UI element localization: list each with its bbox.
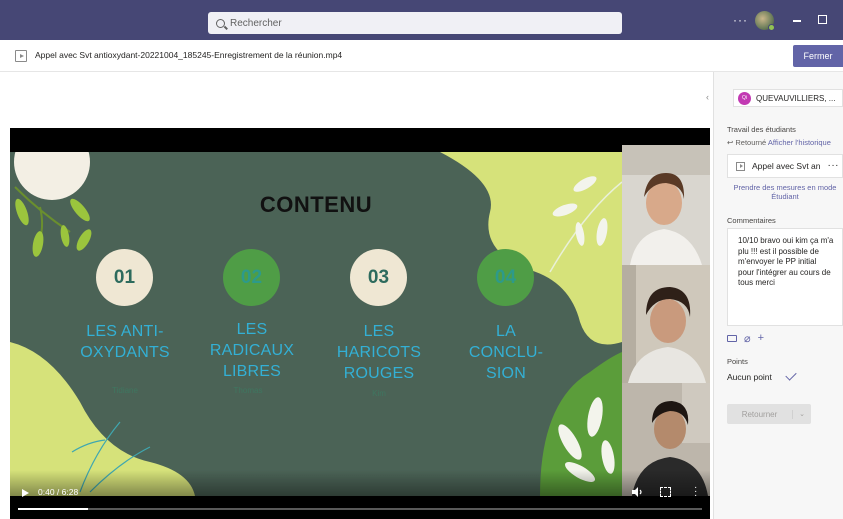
topic-label-4: LA CONCLU- SION bbox=[468, 323, 544, 382]
presenter-1: Tidiane bbox=[112, 386, 138, 395]
search-placeholder: Rechercher bbox=[230, 17, 282, 29]
student-selector[interactable]: Qi QUEVAUVILLIERS, ... bbox=[733, 89, 843, 107]
topic-number-2: 02 bbox=[223, 249, 280, 306]
topic-label-1: LES ANTI- OXYDANTS bbox=[80, 323, 170, 361]
volume-icon[interactable] bbox=[632, 487, 644, 497]
work-heading: Travail des étudiants bbox=[727, 125, 796, 134]
play-icon[interactable] bbox=[22, 489, 29, 497]
presenter-2: Thomas bbox=[233, 386, 263, 395]
participant-video-2 bbox=[622, 265, 710, 383]
video-file-icon bbox=[736, 161, 745, 171]
comments-heading: Commentaires bbox=[727, 216, 776, 225]
points-value[interactable]: Aucun point bbox=[727, 372, 772, 382]
avatar[interactable] bbox=[755, 11, 775, 31]
file-title: Appel avec Svt antioxydant-20221004_1852… bbox=[35, 50, 343, 60]
attachment-name: Appel avec Svt an bbox=[752, 161, 821, 171]
attachment-item[interactable]: Appel avec Svt an ··· bbox=[727, 154, 843, 178]
fullscreen-icon[interactable] bbox=[660, 487, 671, 497]
more-vertical-icon[interactable]: · · · bbox=[694, 483, 698, 501]
comment-field[interactable]: 10/10 bravo oui kim ça m'a plu !!! est i… bbox=[727, 228, 843, 326]
participant-video-1 bbox=[622, 145, 710, 265]
search-input[interactable]: Rechercher bbox=[208, 12, 622, 34]
topic-number-4: 04 bbox=[477, 249, 534, 306]
comment-tools: ⌀ + bbox=[727, 332, 764, 345]
progress-fill bbox=[18, 508, 89, 510]
search-icon bbox=[216, 18, 225, 28]
history-link[interactable]: Afficher l'historique bbox=[768, 138, 831, 147]
presentation-slide: CONTENU 01 02 03 04 LES ANTI- OXYDANTS L… bbox=[10, 152, 622, 496]
student-name: QUEVAUVILLIERS, ... bbox=[756, 93, 836, 103]
time-display: 0:40 / 6:28 bbox=[38, 487, 79, 497]
returned-status: ↩ Retourné Afficher l'historique bbox=[727, 138, 831, 147]
close-button[interactable]: Fermer bbox=[793, 45, 843, 67]
maximize-button[interactable] bbox=[818, 15, 827, 24]
minimize-button[interactable] bbox=[793, 20, 801, 22]
collapse-panel-icon[interactable]: ‹ bbox=[706, 92, 709, 102]
attach-icon[interactable]: ⌀ bbox=[744, 332, 751, 345]
topic-number-3: 03 bbox=[350, 249, 407, 306]
slide-title: CONTENU bbox=[259, 192, 373, 217]
progress-bar[interactable] bbox=[18, 508, 702, 510]
chevron-down-icon[interactable]: ⌄ bbox=[793, 410, 811, 418]
add-icon[interactable]: + bbox=[758, 332, 764, 344]
player-controls bbox=[10, 470, 710, 519]
video-file-icon bbox=[15, 50, 27, 62]
topic-label-2: LES RADICAUX LIBRES bbox=[209, 321, 295, 380]
presence-icon bbox=[768, 24, 775, 31]
return-button-label: Retourner bbox=[727, 409, 793, 419]
points-heading: Points bbox=[727, 357, 748, 366]
return-button[interactable]: Retourner ⌄ bbox=[727, 404, 811, 424]
student-avatar: Qi bbox=[738, 91, 751, 105]
topic-number-1: 01 bbox=[96, 249, 153, 306]
topic-label-3: LES HARICOTS ROUGES bbox=[336, 323, 422, 382]
student-mode-link[interactable]: Prendre des mesures en mode Étudiant bbox=[727, 183, 843, 201]
presenter-3: Kim bbox=[372, 389, 386, 398]
video-record-icon[interactable] bbox=[727, 334, 737, 342]
attachment-more-button[interactable]: ··· bbox=[828, 160, 840, 171]
more-options-button[interactable]: ··· bbox=[733, 13, 748, 27]
